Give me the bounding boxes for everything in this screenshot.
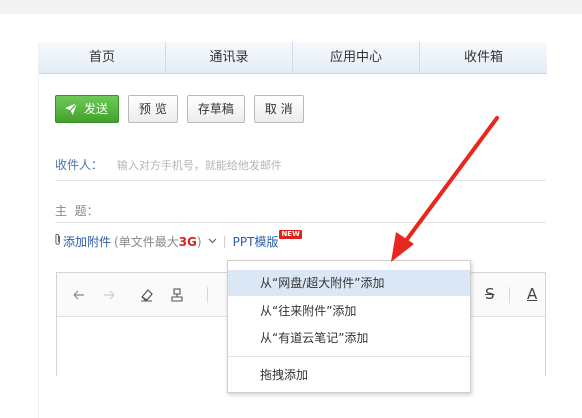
attachment-source-menu: 从“网盘/超大附件”添加 从“往来附件”添加 从“有道云笔记”添加 拖拽添加 <box>227 260 471 393</box>
cancel-button[interactable]: 取 消 <box>253 95 304 123</box>
menu-item-youdao-notes[interactable]: 从“有道云笔记”添加 <box>228 325 470 351</box>
separator: | <box>222 234 227 248</box>
chevron-down-icon[interactable] <box>208 236 217 247</box>
tab-app-center[interactable]: 应用中心 <box>293 42 420 74</box>
toolbar-separator <box>207 287 208 303</box>
attachment-row: 添加附件 (单文件最大3G) | PPT模版 NEW <box>54 229 302 250</box>
save-draft-button[interactable]: 存草稿 <box>186 95 245 123</box>
browser-top-bar <box>0 0 582 14</box>
paperclip-icon <box>54 233 62 249</box>
font-color-button[interactable]: A <box>527 285 537 303</box>
divider <box>55 180 546 181</box>
menu-divider <box>228 356 470 357</box>
format-brush-icon[interactable] <box>169 287 185 303</box>
attachment-limit: (单文件最大3G) <box>114 233 202 250</box>
undo-icon[interactable] <box>71 287 87 303</box>
tab-inbox[interactable]: 收件箱 <box>420 42 547 74</box>
limit-suffix: ) <box>196 234 202 249</box>
send-button[interactable]: 发送 <box>55 95 120 123</box>
send-button-label: 发送 <box>84 102 109 116</box>
limit-size: 3G <box>178 234 197 249</box>
toolbar-separator <box>509 287 510 303</box>
menu-item-drag-drop[interactable]: 拖拽添加 <box>228 362 470 388</box>
redo-icon[interactable] <box>101 287 117 303</box>
ppt-template-link[interactable]: PPT模版 <box>233 233 279 250</box>
menu-item-past-attachments[interactable]: 从“往来附件”添加 <box>228 298 470 324</box>
paper-plane-icon <box>64 102 78 116</box>
recipient-label: 收件人： <box>55 158 104 172</box>
top-nav-tabs: 首页 通讯录 应用中心 收件箱 <box>39 42 547 74</box>
tab-home[interactable]: 首页 <box>39 42 166 74</box>
recipient-field[interactable]: 收件人： 输入对方手机号，就能给他发邮件 <box>55 156 282 173</box>
subject-label: 主 题： <box>55 204 99 218</box>
subject-field[interactable]: 主 题： <box>55 202 99 219</box>
new-badge: NEW <box>279 229 302 239</box>
preview-button[interactable]: 预 览 <box>128 95 178 123</box>
eraser-icon[interactable] <box>139 287 155 303</box>
strikethrough-button[interactable]: S <box>485 285 495 303</box>
limit-prefix: (单文件最大 <box>114 234 179 249</box>
recipient-input[interactable]: 输入对方手机号，就能给他发邮件 <box>117 159 282 172</box>
tab-contacts[interactable]: 通讯录 <box>166 42 293 74</box>
menu-item-netdisk[interactable]: 从“网盘/超大附件”添加 <box>228 270 470 296</box>
divider <box>55 222 546 223</box>
add-attachment-link[interactable]: 添加附件 <box>63 233 111 250</box>
compose-toolbar: 发送 预 览 存草稿 取 消 <box>55 95 304 123</box>
